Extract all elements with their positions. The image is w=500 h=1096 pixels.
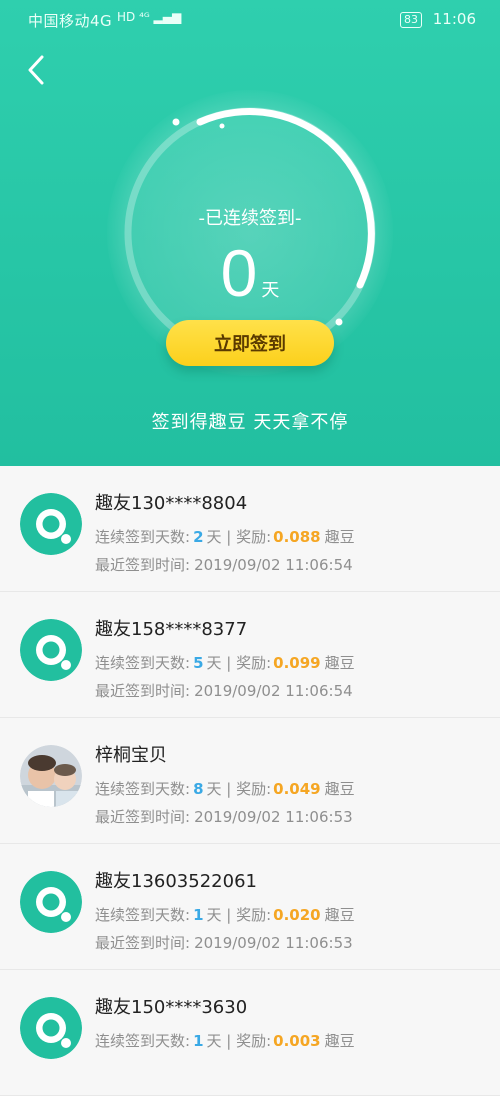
- last-time-label: 最近签到时间:: [95, 934, 191, 952]
- streak-label: 连续签到天数:: [95, 654, 191, 672]
- streak-days-value: 0: [220, 236, 258, 310]
- reward-unit-label: 趣豆: [324, 780, 355, 798]
- app-logo-avatar: [20, 997, 82, 1059]
- last-time-label: 最近签到时间:: [95, 556, 191, 574]
- streak-label: 连续签到天数:: [95, 780, 191, 798]
- record-time: 2019/09/02 11:06:53: [194, 808, 353, 826]
- slogan: 签到得趣豆 天天拿不停: [151, 412, 349, 433]
- streak-suffix-label: 天 | 奖励:: [206, 780, 272, 798]
- record-streak-line: 连续签到天数: 2 天 | 奖励: 0.088 趣豆: [95, 526, 355, 547]
- record-user-name: 趣友13603522061: [95, 871, 257, 892]
- streak-suffix-label: 天 | 奖励:: [206, 528, 272, 546]
- record-time-line: 最近签到时间: 2019/09/02 11:06:53: [95, 932, 353, 953]
- record-reward-value: 0.088: [273, 528, 321, 546]
- app-logo-avatar: [20, 493, 82, 555]
- record-time: 2019/09/02 11:06:53: [194, 934, 353, 952]
- record-reward-value: 0.003: [273, 1032, 321, 1050]
- record-time-line: 最近签到时间: 2019/09/02 11:06:53: [95, 806, 353, 827]
- record-reward-value: 0.099: [273, 654, 321, 672]
- record-streak-days: 1: [193, 906, 204, 924]
- streak-caption: -已连续签到-: [198, 208, 302, 229]
- reward-unit-label: 趣豆: [324, 528, 355, 546]
- record-user-name: 趣友130****8804: [95, 493, 248, 514]
- last-time-label: 最近签到时间:: [95, 808, 191, 826]
- record-reward-value: 0.020: [273, 906, 321, 924]
- progress-ring: [124, 107, 376, 359]
- streak-label: 连续签到天数:: [95, 1032, 191, 1050]
- record-time-line: 最近签到时间: 2019/09/02 11:06:54: [95, 680, 353, 701]
- user-photo-avatar: [20, 745, 82, 807]
- record-streak-line: 连续签到天数: 5 天 | 奖励: 0.099 趣豆: [95, 652, 355, 673]
- reward-unit-label: 趣豆: [324, 906, 355, 924]
- signin-record-row[interactable]: 趣友130****8804 连续签到天数: 2 天 | 奖励: 0.088 趣豆 最近签到时…: [0, 466, 500, 592]
- record-user-name: 趣友158****8377: [95, 619, 248, 640]
- signin-record-row[interactable]: 趣友13603522061 连续签到天数: 1 天 | 奖励: 0.020 趣豆 最近签到时…: [0, 844, 500, 970]
- reward-unit-label: 趣豆: [324, 654, 355, 672]
- record-streak-line: 连续签到天数: 8 天 | 奖励: 0.049 趣豆: [95, 778, 355, 799]
- signin-record-list: 趣友130****8804 连续签到天数: 2 天 | 奖励: 0.088 趣豆 最近签到时…: [0, 466, 500, 1096]
- record-streak-days: 2: [193, 528, 204, 546]
- signin-record-row[interactable]: 梓桐宝贝 连续签到天数: 8 天 | 奖励: 0.049 趣豆 最近签到时间: 2019/09…: [0, 718, 500, 844]
- record-streak-days: 8: [193, 780, 204, 798]
- streak-suffix-label: 天 | 奖励:: [206, 654, 272, 672]
- record-reward-value: 0.049: [273, 780, 321, 798]
- streak-days-unit: 天: [261, 280, 280, 301]
- app-logo-avatar: [20, 871, 82, 933]
- signin-record-row[interactable]: 趣友150****3630 连续签到天数: 1 天 | 奖励: 0.003 趣豆: [0, 970, 500, 1096]
- app-logo-avatar: [20, 619, 82, 681]
- record-user-name: 梓桐宝贝: [95, 745, 167, 766]
- record-time: 2019/09/02 11:06:54: [194, 556, 353, 574]
- record-streak-line: 连续签到天数: 1 天 | 奖励: 0.003 趣豆: [95, 1030, 355, 1051]
- streak-suffix-label: 天 | 奖励:: [206, 1032, 272, 1050]
- streak-label: 连续签到天数:: [95, 906, 191, 924]
- record-time-line: 最近签到时间: 2019/09/02 11:06:54: [95, 554, 353, 575]
- sparkle-dot: [335, 318, 343, 326]
- last-time-label: 最近签到时间:: [95, 682, 191, 700]
- record-streak-line: 连续签到天数: 1 天 | 奖励: 0.020 趣豆: [95, 904, 355, 925]
- signin-header: 中国移动4G HD ⁴ᴳ ▂▄▆ 83 11:06 -已连续签到- 0天 立即签…: [0, 0, 500, 466]
- record-time: 2019/09/02 11:06:54: [194, 682, 353, 700]
- streak-suffix-label: 天 | 奖励:: [206, 906, 272, 924]
- streak-label: 连续签到天数:: [95, 528, 191, 546]
- signin-now-button[interactable]: 立即签到: [166, 320, 334, 366]
- record-streak-days: 5: [193, 654, 204, 672]
- sparkle-dot: [219, 123, 225, 129]
- signin-record-row[interactable]: 趣友158****8377 连续签到天数: 5 天 | 奖励: 0.099 趣豆 最近签到时…: [0, 592, 500, 718]
- record-user-name: 趣友150****3630: [95, 997, 248, 1018]
- reward-unit-label: 趣豆: [324, 1032, 355, 1050]
- streak-days: 0天: [0, 234, 500, 312]
- sparkle-dot: [172, 118, 180, 126]
- record-streak-days: 1: [193, 1032, 204, 1050]
